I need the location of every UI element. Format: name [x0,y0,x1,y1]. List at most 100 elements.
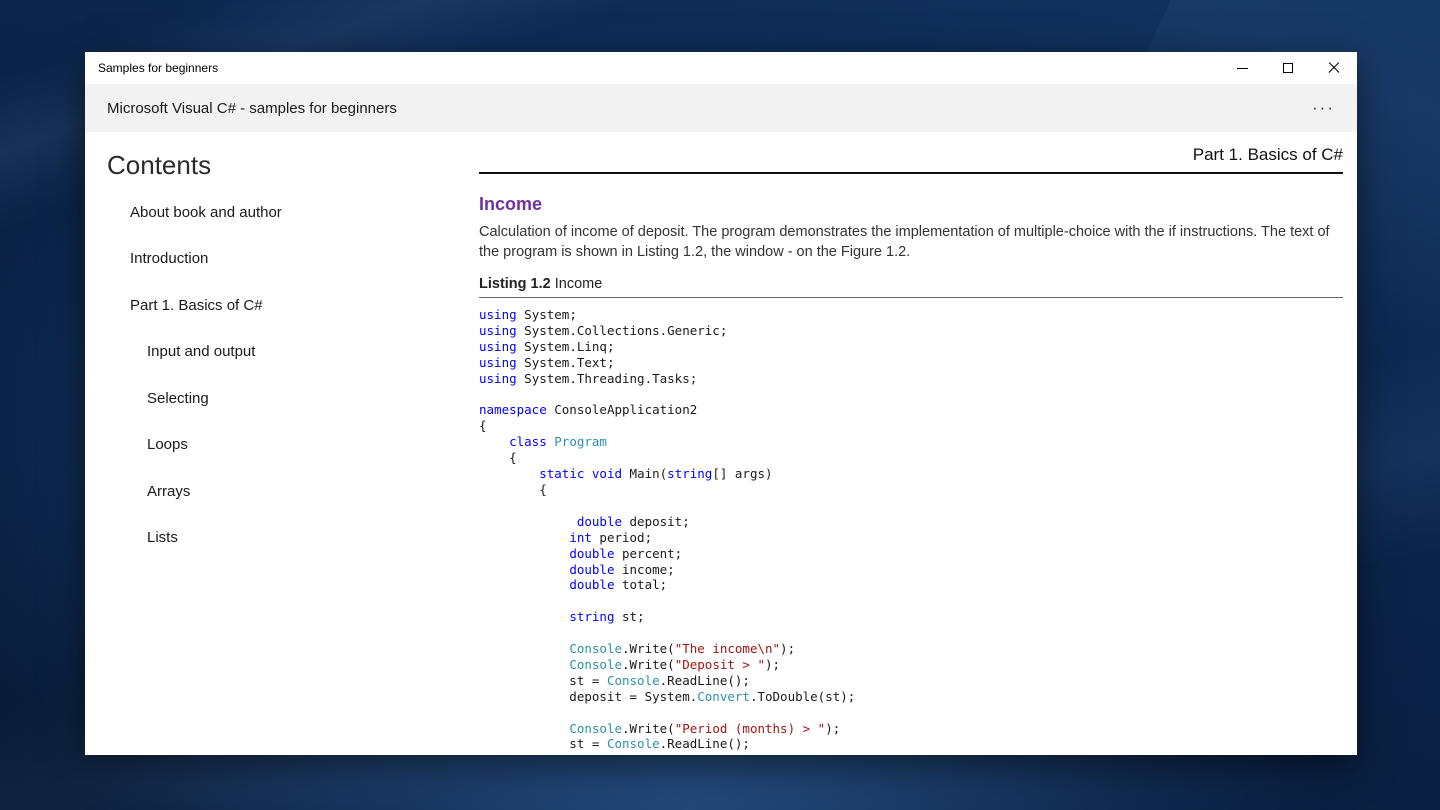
more-button[interactable]: ··· [1290,98,1357,118]
code-line: double total; [479,577,1343,593]
code-token: "The income\n" [674,641,781,657]
code-line: namespace ConsoleApplication2 [479,402,1343,418]
sidebar-item[interactable]: Loops [85,422,465,469]
code-token: double [569,545,615,561]
code-token: class [509,434,547,450]
minimize-button[interactable] [1219,52,1265,84]
code-token: using [479,354,517,370]
code-line: { [479,482,1343,498]
minimize-icon [1236,67,1248,69]
sidebar-item[interactable]: Selecting [85,375,465,422]
code-token: System.Linq; [516,338,615,354]
code-token: total; [614,577,668,593]
code-token: double [569,561,615,577]
code-token: System; [516,307,577,322]
code-block: using System; using System.Collections.Ge… [479,307,1343,752]
app-header-title: Microsoft Visual C# - samples for beginn… [107,99,397,117]
code-line: using System.Linq; [479,339,1343,355]
code-token: st = [479,672,607,688]
code-token: { [479,418,487,434]
code-token: deposit = System. [479,688,698,704]
code-token: string [667,466,713,482]
code-token: percent; [614,545,683,561]
code-token: static [539,466,585,482]
code-token: Console [569,720,622,736]
close-icon [1328,62,1340,74]
sidebar-item[interactable]: About book and author [85,189,465,236]
code-token: string [569,609,615,625]
code-token: int [569,529,592,545]
contents-heading: Contents [107,150,212,180]
code-line: using System.Threading.Tasks; [479,371,1343,387]
code-token: st = [479,736,607,752]
code-token: double [569,577,615,593]
close-button[interactable] [1311,52,1357,84]
code-token: using [479,307,517,322]
code-token: Console [606,736,660,752]
code-line: using System; [479,307,1343,323]
content-area: Part 1. Basics of C# Income Calculation … [465,132,1357,755]
sidebar-item[interactable]: Part 1. Basics of C# [85,282,465,329]
code-line: class Program [479,434,1343,450]
section-description: Calculation of income of deposit. The pr… [479,224,1330,260]
code-token: .ReadLine(); [659,672,750,688]
code-token: .ToDouble(st); [749,688,856,704]
code-token: income; [614,561,675,577]
code-token: ); [825,720,841,736]
code-token: { [479,450,517,466]
desktop: Samples for beginners Microsoft Visual C… [0,0,1440,810]
code-token: Console [569,656,622,672]
part-title: Part 1. Basics of C# [1192,145,1343,164]
titlebar[interactable]: Samples for beginners [85,52,1357,84]
code-token: ); [780,641,796,657]
code-token: st; [614,609,645,625]
sidebar-item[interactable]: Lists [85,515,465,562]
code-token: "Deposit > " [674,656,765,672]
code-line: static void Main(string[] args) [479,466,1343,482]
code-line: Console.Write("Deposit > "); [479,657,1343,673]
maximize-button[interactable] [1265,52,1311,84]
code-token: .ReadLine(); [659,736,750,752]
section-title: Income [479,194,543,214]
code-token: Convert [697,688,750,704]
window-controls [1219,52,1357,84]
sidebar-item[interactable]: Input and output [85,329,465,376]
sidebar-item[interactable]: Introduction [85,236,465,283]
code-line: Console.Write("Period (months) > "); [479,721,1343,737]
code-line: { [479,450,1343,466]
code-token: { [479,481,547,497]
code-line: string st; [479,609,1343,625]
maximize-icon [1283,63,1293,73]
code-token: [] args) [712,466,773,482]
code-token: double [576,513,622,529]
sidebar-item[interactable]: Arrays [85,468,465,515]
code-token: System.Threading.Tasks; [516,370,698,386]
window-body: Contents About book and author Introducti… [85,132,1357,755]
code-token: using [479,370,517,386]
code-line: st = Console.ReadLine(); [479,736,1343,752]
code-token: using [479,322,517,338]
code-token: System.Text; [516,354,615,370]
code-line: double percent; [479,546,1343,562]
code-line: using System.Text; [479,355,1343,371]
code-token: void [591,466,623,482]
code-line: using System.Collections.Generic; [479,323,1343,339]
code-line: double income; [479,562,1343,578]
code-token: .Write( [622,656,675,672]
code-token: ); [765,656,781,672]
code-line: { [479,418,1343,434]
